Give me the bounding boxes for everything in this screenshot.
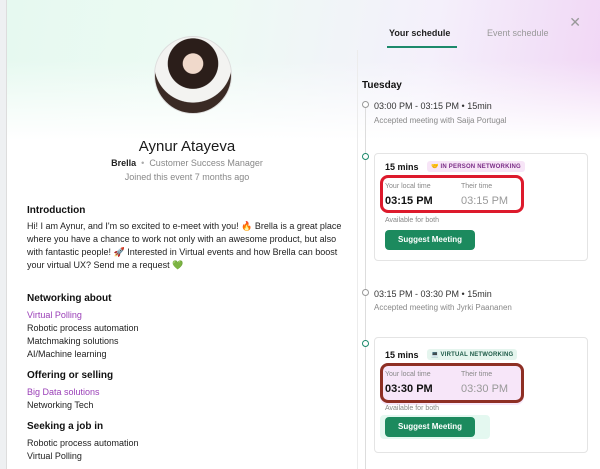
intro-heading: Introduction	[27, 205, 86, 216]
offering-item: Networking Tech	[27, 400, 94, 410]
profile-modal: Aynur Atayeva Brella • Customer Success Ma…	[6, 0, 600, 469]
timeline-node	[362, 101, 369, 108]
slot-time: 03:15 PM - 03:30 PM • 15min	[374, 289, 492, 299]
their-time-value: 03:30 PM	[461, 383, 509, 395]
profile-meta: Brella • Customer Success Manager	[111, 158, 263, 168]
profile-role: Customer Success Manager	[149, 158, 263, 168]
networking-item: Matchmaking solutions	[27, 336, 119, 346]
slot-subtitle: Accepted meeting with Saija Portugal	[374, 116, 507, 125]
networking-item-link[interactable]: Virtual Polling	[27, 309, 82, 322]
intro-text: Hi! I am Aynur, and I'm so excited to e-…	[27, 221, 342, 270]
schedule-day: Tuesday	[362, 80, 402, 91]
profile-name: Aynur Atayeva	[138, 138, 236, 155]
slot-duration: 15 mins	[385, 162, 419, 172]
availability-text: Available for both	[385, 217, 439, 224]
offering-heading: Offering or selling	[27, 370, 114, 381]
tab-your-schedule[interactable]: Your schedule	[389, 28, 450, 38]
their-time-label: Their time	[461, 183, 493, 190]
tab-event-schedule[interactable]: Event schedule	[487, 28, 549, 38]
profile-joined: Joined this event 7 months ago	[124, 172, 250, 182]
meeting-slot-card: 15 mins 💻 VIRTUAL NETWORKING Your local …	[374, 337, 588, 453]
profile-panel: Aynur Atayeva Brella • Customer Success Ma…	[17, 0, 357, 469]
networking-item: AI/Machine learning	[27, 349, 107, 359]
networking-item: Robotic process automation	[27, 323, 139, 333]
profile-org: Brella	[111, 158, 137, 168]
timeline-node	[362, 340, 369, 347]
slot-time: 03:00 PM - 03:15 PM • 15min	[374, 101, 492, 111]
networking-type-badge: 🤝 IN PERSON NETWORKING	[427, 161, 525, 172]
active-tab-indicator	[387, 46, 457, 48]
meeting-slot-card: 15 mins 🤝 IN PERSON NETWORKING Your loca…	[374, 153, 588, 261]
networking-heading: Networking about	[27, 293, 112, 304]
suggest-meeting-button[interactable]: Suggest Meeting	[385, 230, 475, 250]
seeking-item: Robotic process automation	[27, 438, 139, 448]
slot-subtitle: Accepted meeting with Jyrki Paananen	[374, 303, 512, 312]
schedule-tabs: Your schedule Event schedule	[357, 28, 600, 48]
their-time-value: 03:15 PM	[461, 195, 509, 207]
offering-item-link[interactable]: Big Data solutions	[27, 386, 100, 399]
their-time-label: Their time	[461, 371, 493, 378]
local-time-label: Your local time	[385, 371, 431, 378]
availability-text: Available for both	[385, 405, 439, 412]
timeline-node	[362, 289, 369, 296]
local-time-label: Your local time	[385, 183, 431, 190]
suggest-meeting-button[interactable]: Suggest Meeting	[385, 417, 475, 437]
local-time-value: 03:15 PM	[385, 195, 433, 207]
timeline-node	[362, 153, 369, 160]
time-highlight	[380, 175, 524, 213]
schedule-panel: Your schedule Event schedule ✕ Tuesday 0…	[357, 0, 600, 469]
local-time-value: 03:30 PM	[385, 383, 433, 395]
seeking-heading: Seeking a job in	[27, 421, 104, 432]
close-icon[interactable]: ✕	[569, 14, 581, 31]
seeking-item: Virtual Polling	[27, 451, 82, 461]
avatar	[154, 36, 232, 114]
networking-type-badge: 💻 VIRTUAL NETWORKING	[427, 349, 518, 360]
slot-duration: 15 mins	[385, 350, 419, 360]
